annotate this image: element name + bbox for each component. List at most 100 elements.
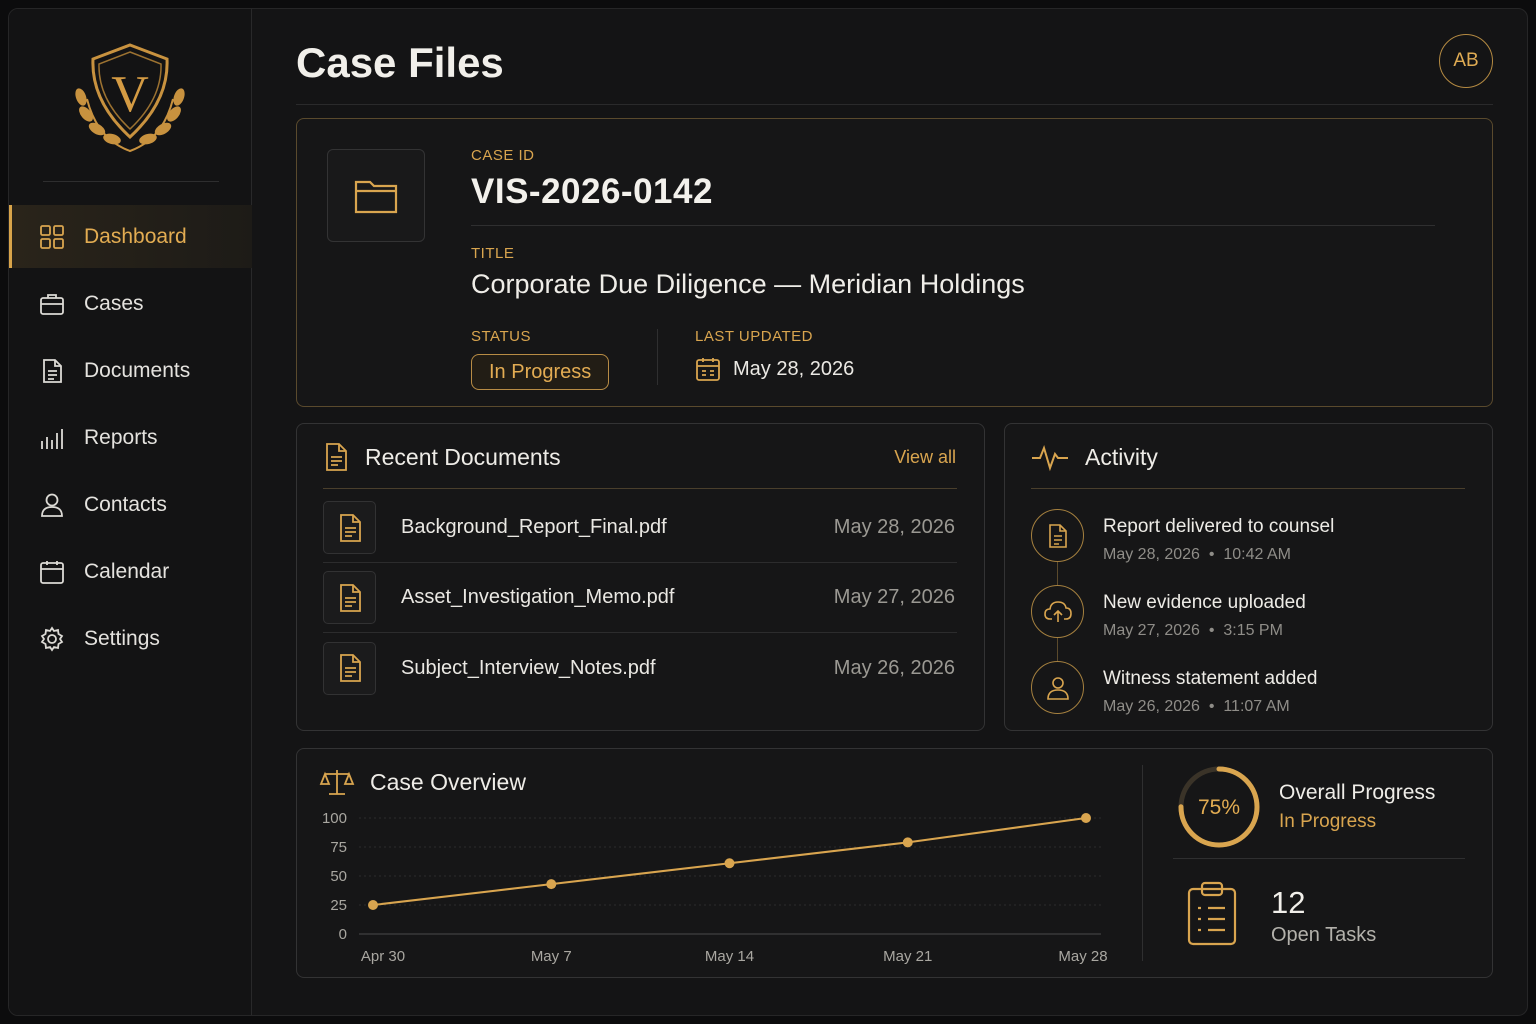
- sidebar-item-label: Calendar: [84, 559, 170, 583]
- recent-documents-card: Recent Documents View all Background_Rep…: [296, 423, 985, 731]
- sidebar-item-settings[interactable]: Settings: [9, 607, 252, 670]
- activity-title-text: Witness statement added: [1103, 668, 1318, 689]
- folder-icon-box: [327, 149, 425, 242]
- page-title: Case Files: [296, 39, 504, 86]
- avatar[interactable]: AB: [1439, 34, 1493, 88]
- progress-ring: 75%: [1178, 766, 1260, 848]
- data-point: [368, 900, 378, 910]
- document-icon: [39, 358, 65, 384]
- activity-icon-circle: [1031, 661, 1084, 714]
- y-tick-label: 100: [322, 810, 347, 827]
- document-row[interactable]: Subject_Interview_Notes.pdf May 26, 2026: [323, 633, 957, 703]
- clipboard-list-icon: [1187, 881, 1237, 946]
- activity-pulse-icon: [1032, 444, 1068, 472]
- user-icon: [1046, 676, 1069, 700]
- sidebar-item-calendar[interactable]: Calendar: [9, 540, 252, 603]
- case-summary-card: CASE ID VIS-2026-0142 TITLE Corporate Du…: [296, 118, 1493, 407]
- status-separator: [657, 329, 658, 385]
- sidebar-item-label: Contacts: [84, 492, 167, 516]
- sidebar-item-cases[interactable]: Cases: [9, 272, 252, 335]
- document-icon: [339, 654, 361, 682]
- y-tick-label: 0: [339, 926, 347, 943]
- open-tasks-label: Open Tasks: [1271, 924, 1377, 946]
- last-updated-value: May 28, 2026: [733, 357, 855, 380]
- bar-chart-icon: [39, 425, 65, 451]
- folder-icon: [354, 180, 398, 213]
- sidebar-item-documents[interactable]: Documents: [9, 339, 252, 402]
- calendar-icon: [39, 559, 65, 585]
- activity-icon-circle: [1031, 585, 1084, 638]
- case-id-label: CASE ID: [471, 147, 535, 164]
- data-point: [1081, 813, 1091, 823]
- overall-progress-status: In Progress: [1279, 811, 1377, 832]
- sidebar-item-contacts[interactable]: Contacts: [9, 473, 252, 536]
- briefcase-icon: [39, 291, 65, 317]
- sidebar-item-label: Documents: [84, 358, 191, 382]
- x-tick-label: May 28: [1058, 948, 1107, 965]
- document-icon: [339, 583, 361, 612]
- document-row[interactable]: Asset_Investigation_Memo.pdf May 27, 202…: [323, 563, 957, 633]
- case-overview-card: Case Overview 0 25 50 75 100 Apr 30 May 7 May 1…: [296, 748, 1493, 978]
- document-name: Asset_Investigation_Memo.pdf: [401, 586, 675, 608]
- shield-logo-icon: V: [75, 43, 185, 153]
- sidebar-item-label: Settings: [84, 626, 160, 650]
- app-window: V Dashboard Cases Documents Reports Cont…: [8, 8, 1528, 1016]
- case-divider: [471, 225, 1435, 226]
- x-tick-label: Apr 30: [361, 948, 405, 965]
- case-title: Corporate Due Diligence — Meridian Holdi…: [471, 269, 1025, 299]
- case-overview-header: Case Overview: [319, 767, 526, 797]
- data-point: [546, 879, 557, 890]
- last-updated-row: May 28, 2026: [695, 356, 854, 382]
- document-row[interactable]: Background_Report_Final.pdf May 28, 2026: [323, 493, 957, 563]
- sidebar-item-label: Dashboard: [84, 224, 187, 248]
- activity-title-text: New evidence uploaded: [1103, 592, 1306, 613]
- status-badge: In Progress: [471, 354, 610, 390]
- x-tick-label: May 7: [531, 948, 572, 965]
- overview-divider: [1173, 858, 1465, 859]
- gear-icon: [39, 625, 65, 652]
- last-updated-label: LAST UPDATED: [695, 328, 813, 345]
- document-date: May 27, 2026: [833, 586, 955, 608]
- document-icon-box: [323, 501, 376, 554]
- activity-item: New evidence uploaded May 27, 2026 • 3:1…: [1031, 585, 1306, 640]
- sidebar-nav: Dashboard Cases Documents Reports Contac…: [9, 205, 252, 674]
- y-tick-label: 50: [330, 868, 347, 885]
- data-point: [902, 837, 913, 848]
- x-tick-label: May 14: [705, 948, 754, 965]
- sidebar-item-label: Cases: [84, 291, 144, 315]
- y-tick-label: 75: [330, 839, 347, 856]
- activity-card: Activity Report delivered to counsel May…: [1004, 423, 1493, 731]
- activity-item: Report delivered to counsel May 28, 2026…: [1031, 509, 1334, 564]
- activity-timestamp: May 26, 2026 • 11:07 AM: [1103, 698, 1290, 715]
- activity-timestamp: May 27, 2026 • 3:15 PM: [1103, 622, 1283, 639]
- activity-timestamp: May 28, 2026 • 10:42 AM: [1103, 546, 1291, 563]
- document-name: Subject_Interview_Notes.pdf: [401, 656, 656, 679]
- overview-separator: [1142, 765, 1143, 961]
- progress-line-chart: 0 25 50 75 100 Apr 30 May 7 May 14 May 21 May 28: [322, 810, 1108, 965]
- activity-item: Witness statement added May 26, 2026 • 1…: [1031, 661, 1317, 716]
- status-label: STATUS: [471, 328, 531, 345]
- document-date: May 28, 2026: [833, 516, 955, 538]
- sidebar-item-reports[interactable]: Reports: [9, 406, 252, 469]
- case-title-label: TITLE: [471, 245, 515, 262]
- data-point: [724, 858, 735, 869]
- document-icon-box: [323, 571, 376, 624]
- case-id: VIS-2026-0142: [471, 172, 713, 211]
- document-icon: [326, 443, 347, 471]
- activity-header: Activity: [1031, 442, 1158, 472]
- case-overview-title: Case Overview: [370, 768, 526, 795]
- recent-documents-header: Recent Documents: [323, 442, 561, 472]
- documents-divider: [323, 488, 957, 489]
- activity-divider: [1031, 488, 1465, 489]
- view-all-link[interactable]: View all: [894, 447, 956, 468]
- logo-letter: V: [111, 66, 149, 123]
- sidebar-item-dashboard[interactable]: Dashboard: [9, 205, 252, 268]
- sidebar-item-label: Reports: [84, 425, 158, 449]
- open-tasks-count: 12: [1271, 885, 1306, 920]
- cloud-upload-icon: [1043, 600, 1072, 622]
- calendar-icon: [696, 358, 720, 381]
- user-icon: [39, 492, 65, 518]
- document-icon-box: [323, 641, 376, 695]
- grid-icon: [39, 224, 65, 250]
- activity-title: Activity: [1085, 443, 1158, 470]
